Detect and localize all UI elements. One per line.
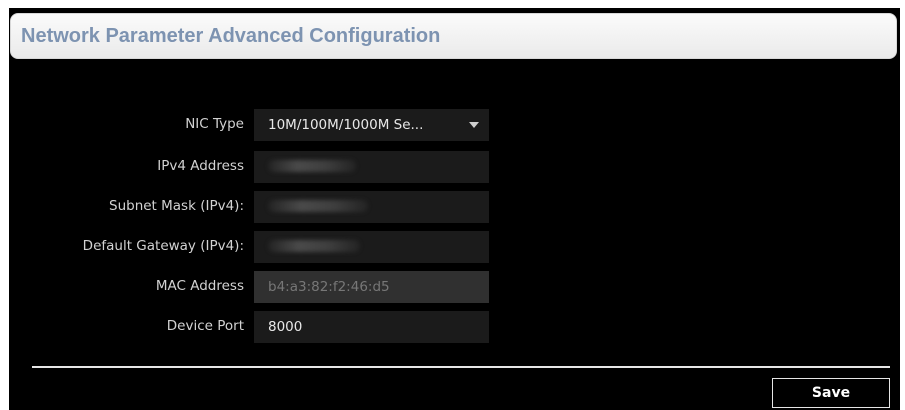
ipv4-address-label: IPv4 Address xyxy=(157,158,244,174)
nic-type-select[interactable]: 10M/100M/1000M Se... xyxy=(254,109,489,141)
device-port-label: Device Port xyxy=(166,318,244,334)
mac-address-value: b4:a3:82:f2:46:d5 xyxy=(268,279,390,295)
save-button[interactable]: Save xyxy=(772,378,890,408)
config-window: Network Parameter Advanced Configuration… xyxy=(9,8,900,410)
device-port-field[interactable]: 8000 xyxy=(254,311,489,343)
subnet-mask-field[interactable] xyxy=(254,191,489,223)
nic-type-label: NIC Type xyxy=(185,116,244,132)
header-bar: Network Parameter Advanced Configuration xyxy=(10,13,897,59)
mac-address-label: MAC Address xyxy=(155,278,244,294)
device-port-value: 8000 xyxy=(268,319,303,335)
ipv4-address-row: IPv4 Address xyxy=(9,151,509,183)
subnet-mask-label: Subnet Mask (IPv4): xyxy=(109,198,244,214)
default-gateway-row: Default Gateway (IPv4): xyxy=(9,231,509,263)
nic-type-row: NIC Type 10M/100M/1000M Se... xyxy=(9,109,509,141)
redacted-value xyxy=(268,160,356,172)
divider xyxy=(32,366,890,368)
caret-down-icon xyxy=(469,122,479,128)
default-gateway-label: Default Gateway (IPv4): xyxy=(82,238,244,254)
nic-type-value: 10M/100M/1000M Se... xyxy=(268,117,424,133)
device-port-row: Device Port 8000 xyxy=(9,311,509,343)
redacted-value xyxy=(268,240,360,252)
default-gateway-field[interactable] xyxy=(254,231,489,263)
mac-address-row: MAC Address b4:a3:82:f2:46:d5 xyxy=(9,271,509,303)
subnet-mask-row: Subnet Mask (IPv4): xyxy=(9,191,509,223)
redacted-value xyxy=(268,200,368,212)
mac-address-field: b4:a3:82:f2:46:d5 xyxy=(254,271,489,303)
page-title: Network Parameter Advanced Configuration xyxy=(21,25,441,47)
ipv4-address-field[interactable] xyxy=(254,151,489,183)
